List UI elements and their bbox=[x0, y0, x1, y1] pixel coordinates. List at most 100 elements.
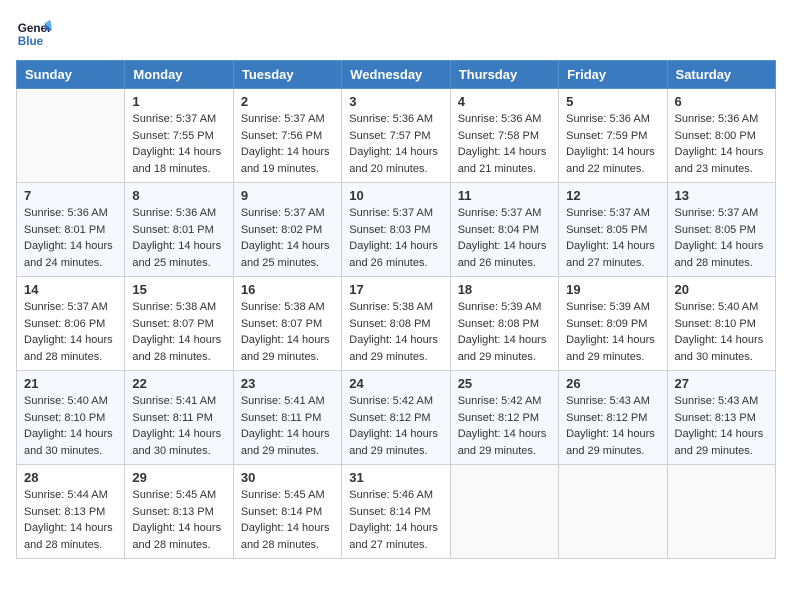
day-info: Sunrise: 5:39 AMSunset: 8:08 PMDaylight:… bbox=[458, 299, 551, 365]
calendar-header-row: SundayMondayTuesdayWednesdayThursdayFrid… bbox=[17, 61, 776, 89]
day-info: Sunrise: 5:40 AMSunset: 8:10 PMDaylight:… bbox=[24, 393, 117, 459]
svg-text:Blue: Blue bbox=[18, 35, 44, 48]
calendar-cell: 9 Sunrise: 5:37 AMSunset: 8:02 PMDaylight… bbox=[233, 183, 341, 277]
day-number: 10 bbox=[349, 188, 442, 203]
calendar-body: 1Sunrise: 5:37 AMSunset: 7:55 PMDaylight… bbox=[17, 89, 776, 559]
day-header-thursday: Thursday bbox=[450, 61, 558, 89]
day-info: Sunrise: 5:36 AMSunset: 7:59 PMDaylight:… bbox=[566, 111, 659, 177]
calendar-cell: 20 Sunrise: 5:40 AMSunset: 8:10 PMDayligh… bbox=[667, 277, 775, 371]
calendar-cell: 7 Sunrise: 5:36 AMSunset: 8:01 PMDaylight… bbox=[17, 183, 125, 277]
day-header-friday: Friday bbox=[559, 61, 667, 89]
calendar-cell: 6 Sunrise: 5:36 AMSunset: 8:00 PMDaylight… bbox=[667, 89, 775, 183]
day-number: 23 bbox=[241, 376, 334, 391]
day-number: 19 bbox=[566, 282, 659, 297]
day-info: Sunrise: 5:36 AMSunset: 8:00 PMDaylight:… bbox=[675, 111, 768, 177]
calendar-cell bbox=[17, 89, 125, 183]
day-number: 17 bbox=[349, 282, 442, 297]
day-number: 26 bbox=[566, 376, 659, 391]
calendar-cell: 1Sunrise: 5:37 AMSunset: 7:55 PMDaylight… bbox=[125, 89, 233, 183]
day-number: 31 bbox=[349, 470, 442, 485]
calendar-cell: 31 Sunrise: 5:46 AMSunset: 8:14 PMDayligh… bbox=[342, 465, 450, 559]
calendar-cell bbox=[450, 465, 558, 559]
day-number: 5 bbox=[566, 94, 659, 109]
calendar-cell: 24Sunrise: 5:42 AMSunset: 8:12 PMDayligh… bbox=[342, 371, 450, 465]
day-number: 30 bbox=[241, 470, 334, 485]
calendar-week-1: 1Sunrise: 5:37 AMSunset: 7:55 PMDaylight… bbox=[17, 89, 776, 183]
calendar-cell: 14Sunrise: 5:37 AMSunset: 8:06 PMDayligh… bbox=[17, 277, 125, 371]
day-info: Sunrise: 5:37 AMSunset: 7:55 PMDaylight:… bbox=[132, 111, 225, 177]
day-info: Sunrise: 5:37 AMSunset: 8:04 PMDaylight:… bbox=[458, 205, 551, 271]
day-info: Sunrise: 5:40 AMSunset: 8:10 PMDaylight:… bbox=[675, 299, 768, 365]
day-info: Sunrise: 5:43 AMSunset: 8:12 PMDaylight:… bbox=[566, 393, 659, 459]
calendar-cell: 13 Sunrise: 5:37 AMSunset: 8:05 PMDayligh… bbox=[667, 183, 775, 277]
day-number: 15 bbox=[132, 282, 225, 297]
calendar-table: SundayMondayTuesdayWednesdayThursdayFrid… bbox=[16, 60, 776, 559]
calendar-cell: 27 Sunrise: 5:43 AMSunset: 8:13 PMDayligh… bbox=[667, 371, 775, 465]
calendar-cell bbox=[559, 465, 667, 559]
calendar-cell: 22 Sunrise: 5:41 AMSunset: 8:11 PMDayligh… bbox=[125, 371, 233, 465]
day-header-saturday: Saturday bbox=[667, 61, 775, 89]
day-number: 22 bbox=[132, 376, 225, 391]
calendar-cell: 16Sunrise: 5:38 AMSunset: 8:07 PMDayligh… bbox=[233, 277, 341, 371]
day-number: 27 bbox=[675, 376, 768, 391]
day-number: 13 bbox=[675, 188, 768, 203]
day-number: 7 bbox=[24, 188, 117, 203]
calendar-cell: 15 Sunrise: 5:38 AMSunset: 8:07 PMDayligh… bbox=[125, 277, 233, 371]
day-number: 25 bbox=[458, 376, 551, 391]
day-number: 28 bbox=[24, 470, 117, 485]
calendar-cell: 11 Sunrise: 5:37 AMSunset: 8:04 PMDayligh… bbox=[450, 183, 558, 277]
day-info: Sunrise: 5:37 AMSunset: 7:56 PMDaylight:… bbox=[241, 111, 334, 177]
calendar-cell: 12 Sunrise: 5:37 AMSunset: 8:05 PMDayligh… bbox=[559, 183, 667, 277]
calendar-cell: 18 Sunrise: 5:39 AMSunset: 8:08 PMDayligh… bbox=[450, 277, 558, 371]
calendar-cell: 25 Sunrise: 5:42 AMSunset: 8:12 PMDayligh… bbox=[450, 371, 558, 465]
day-number: 11 bbox=[458, 188, 551, 203]
day-number: 12 bbox=[566, 188, 659, 203]
day-info: Sunrise: 5:37 AMSunset: 8:05 PMDaylight:… bbox=[675, 205, 768, 271]
calendar-cell: 4 Sunrise: 5:36 AMSunset: 7:58 PMDaylight… bbox=[450, 89, 558, 183]
day-info: Sunrise: 5:45 AMSunset: 8:14 PMDaylight:… bbox=[241, 487, 334, 553]
calendar-cell: 29Sunrise: 5:45 AMSunset: 8:13 PMDayligh… bbox=[125, 465, 233, 559]
day-info: Sunrise: 5:46 AMSunset: 8:14 PMDaylight:… bbox=[349, 487, 442, 553]
day-info: Sunrise: 5:36 AMSunset: 8:01 PMDaylight:… bbox=[132, 205, 225, 271]
calendar-cell: 21 Sunrise: 5:40 AMSunset: 8:10 PMDayligh… bbox=[17, 371, 125, 465]
day-header-monday: Monday bbox=[125, 61, 233, 89]
day-info: Sunrise: 5:37 AMSunset: 8:05 PMDaylight:… bbox=[566, 205, 659, 271]
day-number: 4 bbox=[458, 94, 551, 109]
calendar-cell: 8 Sunrise: 5:36 AMSunset: 8:01 PMDaylight… bbox=[125, 183, 233, 277]
calendar-cell: 17 Sunrise: 5:38 AMSunset: 8:08 PMDayligh… bbox=[342, 277, 450, 371]
calendar-cell: 2Sunrise: 5:37 AMSunset: 7:56 PMDaylight… bbox=[233, 89, 341, 183]
calendar-week-2: 7 Sunrise: 5:36 AMSunset: 8:01 PMDaylight… bbox=[17, 183, 776, 277]
day-info: Sunrise: 5:37 AMSunset: 8:06 PMDaylight:… bbox=[24, 299, 117, 365]
day-info: Sunrise: 5:38 AMSunset: 8:08 PMDaylight:… bbox=[349, 299, 442, 365]
day-info: Sunrise: 5:38 AMSunset: 8:07 PMDaylight:… bbox=[132, 299, 225, 365]
day-number: 21 bbox=[24, 376, 117, 391]
day-info: Sunrise: 5:43 AMSunset: 8:13 PMDaylight:… bbox=[675, 393, 768, 459]
day-info: Sunrise: 5:41 AMSunset: 8:11 PMDaylight:… bbox=[132, 393, 225, 459]
calendar-cell: 3 Sunrise: 5:36 AMSunset: 7:57 PMDaylight… bbox=[342, 89, 450, 183]
calendar-week-5: 28 Sunrise: 5:44 AMSunset: 8:13 PMDayligh… bbox=[17, 465, 776, 559]
day-number: 6 bbox=[675, 94, 768, 109]
calendar-cell: 30 Sunrise: 5:45 AMSunset: 8:14 PMDayligh… bbox=[233, 465, 341, 559]
day-number: 3 bbox=[349, 94, 442, 109]
day-info: Sunrise: 5:36 AMSunset: 8:01 PMDaylight:… bbox=[24, 205, 117, 271]
day-info: Sunrise: 5:39 AMSunset: 8:09 PMDaylight:… bbox=[566, 299, 659, 365]
day-number: 9 bbox=[241, 188, 334, 203]
day-info: Sunrise: 5:38 AMSunset: 8:07 PMDaylight:… bbox=[241, 299, 334, 365]
calendar-cell: 28 Sunrise: 5:44 AMSunset: 8:13 PMDayligh… bbox=[17, 465, 125, 559]
page-header: General Blue bbox=[16, 16, 776, 52]
day-number: 8 bbox=[132, 188, 225, 203]
day-info: Sunrise: 5:36 AMSunset: 7:57 PMDaylight:… bbox=[349, 111, 442, 177]
day-number: 18 bbox=[458, 282, 551, 297]
day-info: Sunrise: 5:41 AMSunset: 8:11 PMDaylight:… bbox=[241, 393, 334, 459]
day-info: Sunrise: 5:42 AMSunset: 8:12 PMDaylight:… bbox=[349, 393, 442, 459]
calendar-cell: 23 Sunrise: 5:41 AMSunset: 8:11 PMDayligh… bbox=[233, 371, 341, 465]
day-header-tuesday: Tuesday bbox=[233, 61, 341, 89]
day-info: Sunrise: 5:44 AMSunset: 8:13 PMDaylight:… bbox=[24, 487, 117, 553]
day-info: Sunrise: 5:42 AMSunset: 8:12 PMDaylight:… bbox=[458, 393, 551, 459]
day-number: 20 bbox=[675, 282, 768, 297]
day-info: Sunrise: 5:36 AMSunset: 7:58 PMDaylight:… bbox=[458, 111, 551, 177]
day-info: Sunrise: 5:37 AMSunset: 8:02 PMDaylight:… bbox=[241, 205, 334, 271]
day-info: Sunrise: 5:45 AMSunset: 8:13 PMDaylight:… bbox=[132, 487, 225, 553]
day-header-wednesday: Wednesday bbox=[342, 61, 450, 89]
calendar-cell bbox=[667, 465, 775, 559]
